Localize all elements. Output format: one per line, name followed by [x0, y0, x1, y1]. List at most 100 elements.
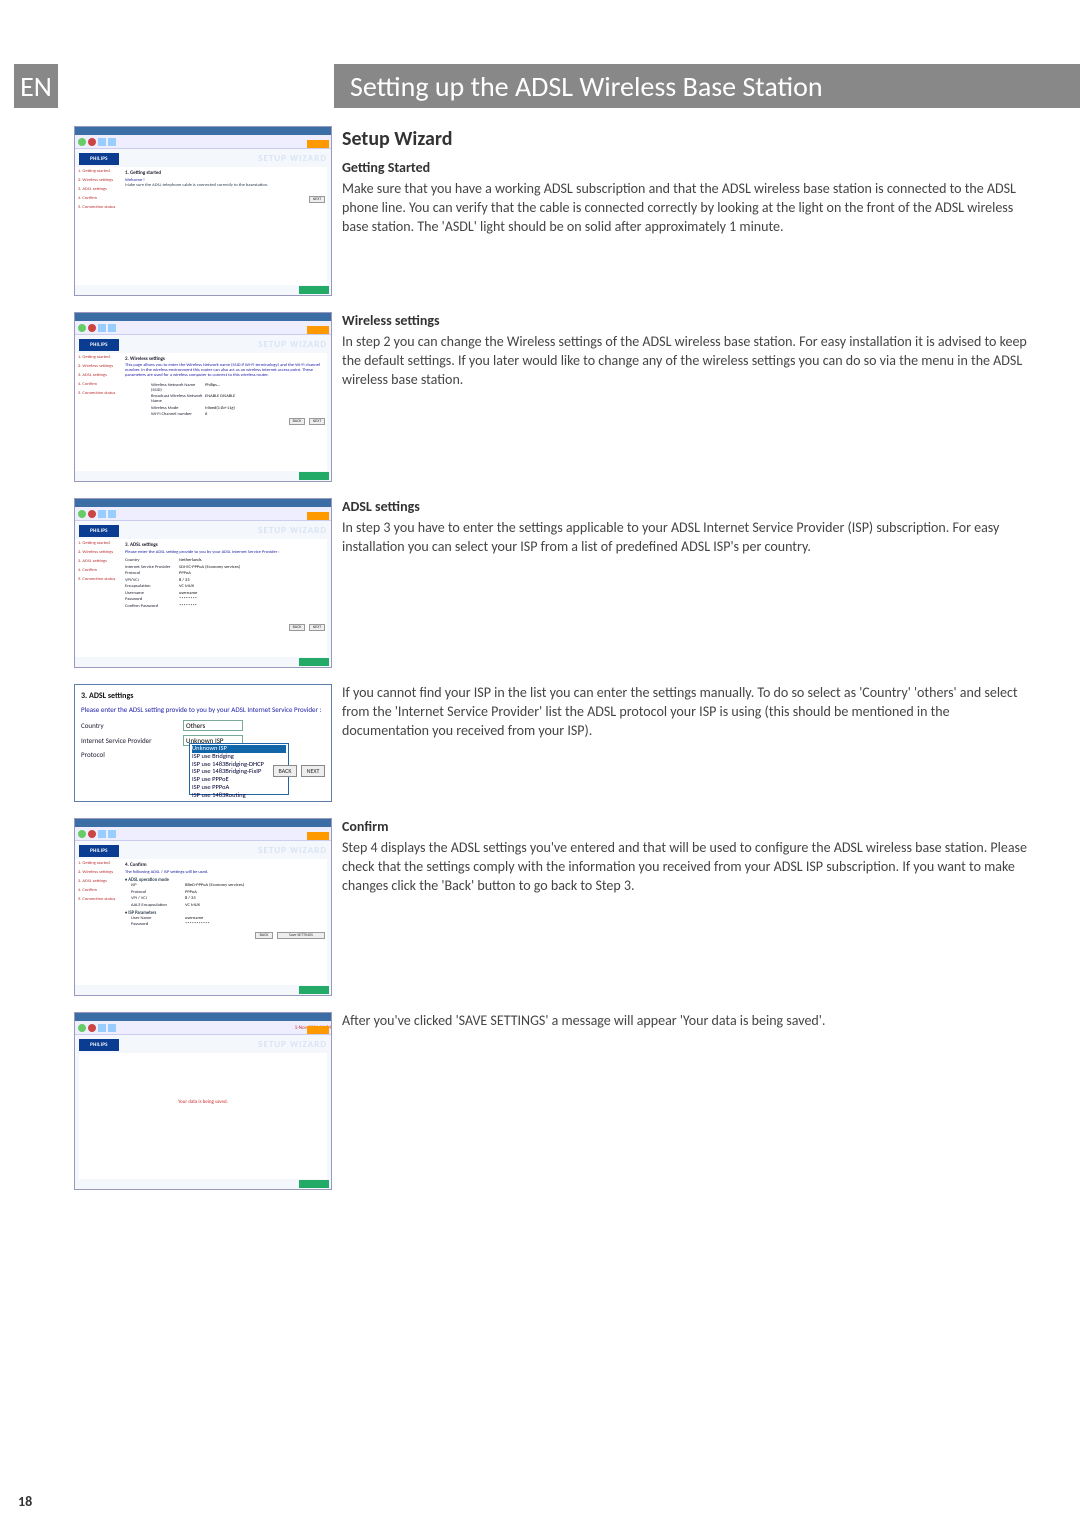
conf-v: VC MUX — [185, 903, 200, 908]
protocol-label: Protocol — [81, 750, 183, 759]
channel-label: Wi-Fi Channel number — [151, 412, 205, 417]
conf-k: Password — [131, 922, 185, 927]
encap-label: Encapsulation — [125, 584, 179, 589]
conf-v: username — [185, 916, 203, 921]
philips-logo: PHILIPS — [79, 1039, 119, 1051]
step1-heading: Getting Started — [342, 159, 1036, 178]
isp-label: Internet Service Provider — [125, 565, 179, 570]
conf-k: VPI / VCI — [131, 896, 185, 901]
panel-note: Please enter the ADSL setting provide to… — [125, 550, 323, 555]
sidebar-item: 5. Connection status — [75, 389, 121, 398]
screenshot-step1: PHILIPS SETUP WIZARD 1. Getting started … — [74, 126, 332, 296]
step2-body: In step 2 you can change the Wireless se… — [342, 333, 1036, 390]
sidebar-item: 4. Confirm — [75, 194, 121, 203]
sidebar-item: 3. ADSL settings — [75, 371, 121, 380]
screenshot-saving: 1-Nov-2006 14:04 PHILIPS SETUP WIZARD Yo… — [74, 1012, 332, 1190]
sidebar-item: 4. Confirm — [75, 380, 121, 389]
panel-title: 2. Wireless settings — [125, 356, 323, 362]
panel-note: This page allows you to enter the Wirele… — [125, 364, 323, 379]
step2-heading: Wireless settings — [342, 312, 1036, 331]
broadcast-opts: ENABLE DISABLE — [205, 394, 235, 404]
dropdown-option[interactable]: ISP use 1483Routing — [192, 792, 286, 800]
step3-body: In step 3 you have to enter the settings… — [342, 519, 1036, 557]
sidebar-item: 1. Getting started — [75, 167, 121, 176]
back-button[interactable]: BACK — [289, 418, 305, 425]
channel-value: 6 — [205, 412, 207, 417]
internet-status — [299, 472, 329, 480]
sidebar-item: 2. Wireless settings — [75, 362, 121, 371]
internet-status — [299, 986, 329, 994]
sidebar-item: 5. Connection status — [75, 575, 121, 584]
country-label: Country — [81, 721, 183, 730]
philips-logo: PHILIPS — [79, 525, 119, 537]
panel-note: Make sure the ADSL telephone cable is co… — [125, 183, 323, 188]
sidebar-item: 1. Getting started — [75, 353, 121, 362]
save-settings-button[interactable]: Save SETTINGS — [277, 932, 325, 939]
sidebar-item: 4. Confirm — [75, 566, 121, 575]
next-button[interactable]: NEXT — [301, 765, 325, 777]
sidebar-item: 3. ADSL settings — [75, 185, 121, 194]
philips-logo: PHILIPS — [79, 339, 119, 351]
mode-label: Wireless Mode — [151, 406, 205, 411]
sidebar-item: 2. Wireless settings — [75, 176, 121, 185]
sidebar-item: 5. Connection status — [75, 203, 121, 212]
country-select[interactable]: Others — [183, 720, 243, 731]
mode-value: Mixed(11b+11g) — [205, 406, 235, 411]
wizard-watermark: SETUP WIZARD — [258, 339, 327, 350]
internet-status — [299, 658, 329, 666]
step4-heading: Confirm — [342, 818, 1036, 837]
step5-body: After you've clicked 'SAVE SETTINGS' a m… — [342, 1012, 1036, 1031]
panel-title: 3. ADSL settings — [125, 542, 323, 548]
next-button[interactable]: NEXT — [309, 418, 325, 425]
isp-value: SDI-EC-PPPoA (Economy services) — [179, 565, 240, 570]
confpass-value: ******** — [179, 604, 197, 609]
conf-v: 8 / 35 — [185, 896, 196, 901]
wizard-watermark: SETUP WIZARD — [258, 1039, 327, 1050]
wizard-watermark: SETUP WIZARD — [258, 845, 327, 856]
vpivci-label: VPI/VCI — [125, 578, 179, 583]
back-button[interactable]: BACK — [289, 624, 305, 631]
sidebar-item: 2. Wireless settings — [75, 548, 121, 557]
panel-step3-others: 3. ADSL settings Please enter the ADSL s… — [74, 684, 332, 802]
step4-body: Step 4 displays the ADSL settings you've… — [342, 839, 1036, 896]
screenshot-step3: PHILIPS SETUP WIZARD 1. Getting started … — [74, 498, 332, 668]
user-value: username — [179, 591, 197, 596]
wizard-watermark: SETUP WIZARD — [258, 153, 327, 164]
sidebar-item: 3. ADSL settings — [75, 877, 121, 886]
isp-label: Internet Service Provider — [81, 736, 183, 745]
panel-note: Please enter the ADSL setting provide to… — [81, 705, 325, 714]
conf-k: User Name — [131, 916, 185, 921]
encap-value: VC MUX — [179, 584, 194, 589]
sidebar-item: 1. Getting started — [75, 859, 121, 868]
screenshot-step4: PHILIPS SETUP WIZARD 1. Getting started … — [74, 818, 332, 996]
setup-wizard-heading: Setup Wizard — [342, 126, 1036, 153]
step3-heading: ADSL settings — [342, 498, 1036, 517]
broadcast-label: Broadcast Wireless Network Name — [151, 394, 205, 404]
next-button[interactable]: NEXT — [309, 624, 325, 631]
back-button[interactable]: BACK — [273, 765, 297, 777]
conf-k: Protocol — [131, 890, 185, 895]
language-badge: EN — [14, 64, 58, 108]
wizard-watermark: SETUP WIZARD — [258, 525, 327, 536]
conf-v: BBeD-PPPoA (Economy services) — [185, 883, 244, 888]
ssid-value: Philips... — [205, 383, 220, 393]
sidebar-item: 4. Confirm — [75, 886, 121, 895]
step1-body: Make sure that you have a working ADSL s… — [342, 180, 1036, 237]
back-button[interactable]: BACK — [255, 932, 273, 939]
protocol-label: Protocol — [125, 571, 179, 576]
panel-title: 1. Getting started — [125, 170, 323, 176]
page-number: 18 — [18, 1493, 32, 1510]
sidebar-item: 2. Wireless settings — [75, 868, 121, 877]
internet-status — [299, 1180, 329, 1188]
sidebar-item: 1. Getting started — [75, 539, 121, 548]
next-button[interactable]: NEXT — [309, 196, 325, 203]
sidebar-item: 3. ADSL settings — [75, 557, 121, 566]
country-label: Country — [125, 558, 179, 563]
conf-k: ISP — [131, 883, 185, 888]
vpivci-value: 8 / 35 — [179, 578, 190, 583]
conf-v: PPPoA — [185, 890, 197, 895]
panel-title: 3. ADSL settings — [81, 691, 325, 701]
sidebar-item: 5. Connection status — [75, 895, 121, 904]
panel-note: The following ADSL / ISP settings will b… — [125, 870, 323, 875]
philips-logo: PHILIPS — [79, 845, 119, 857]
